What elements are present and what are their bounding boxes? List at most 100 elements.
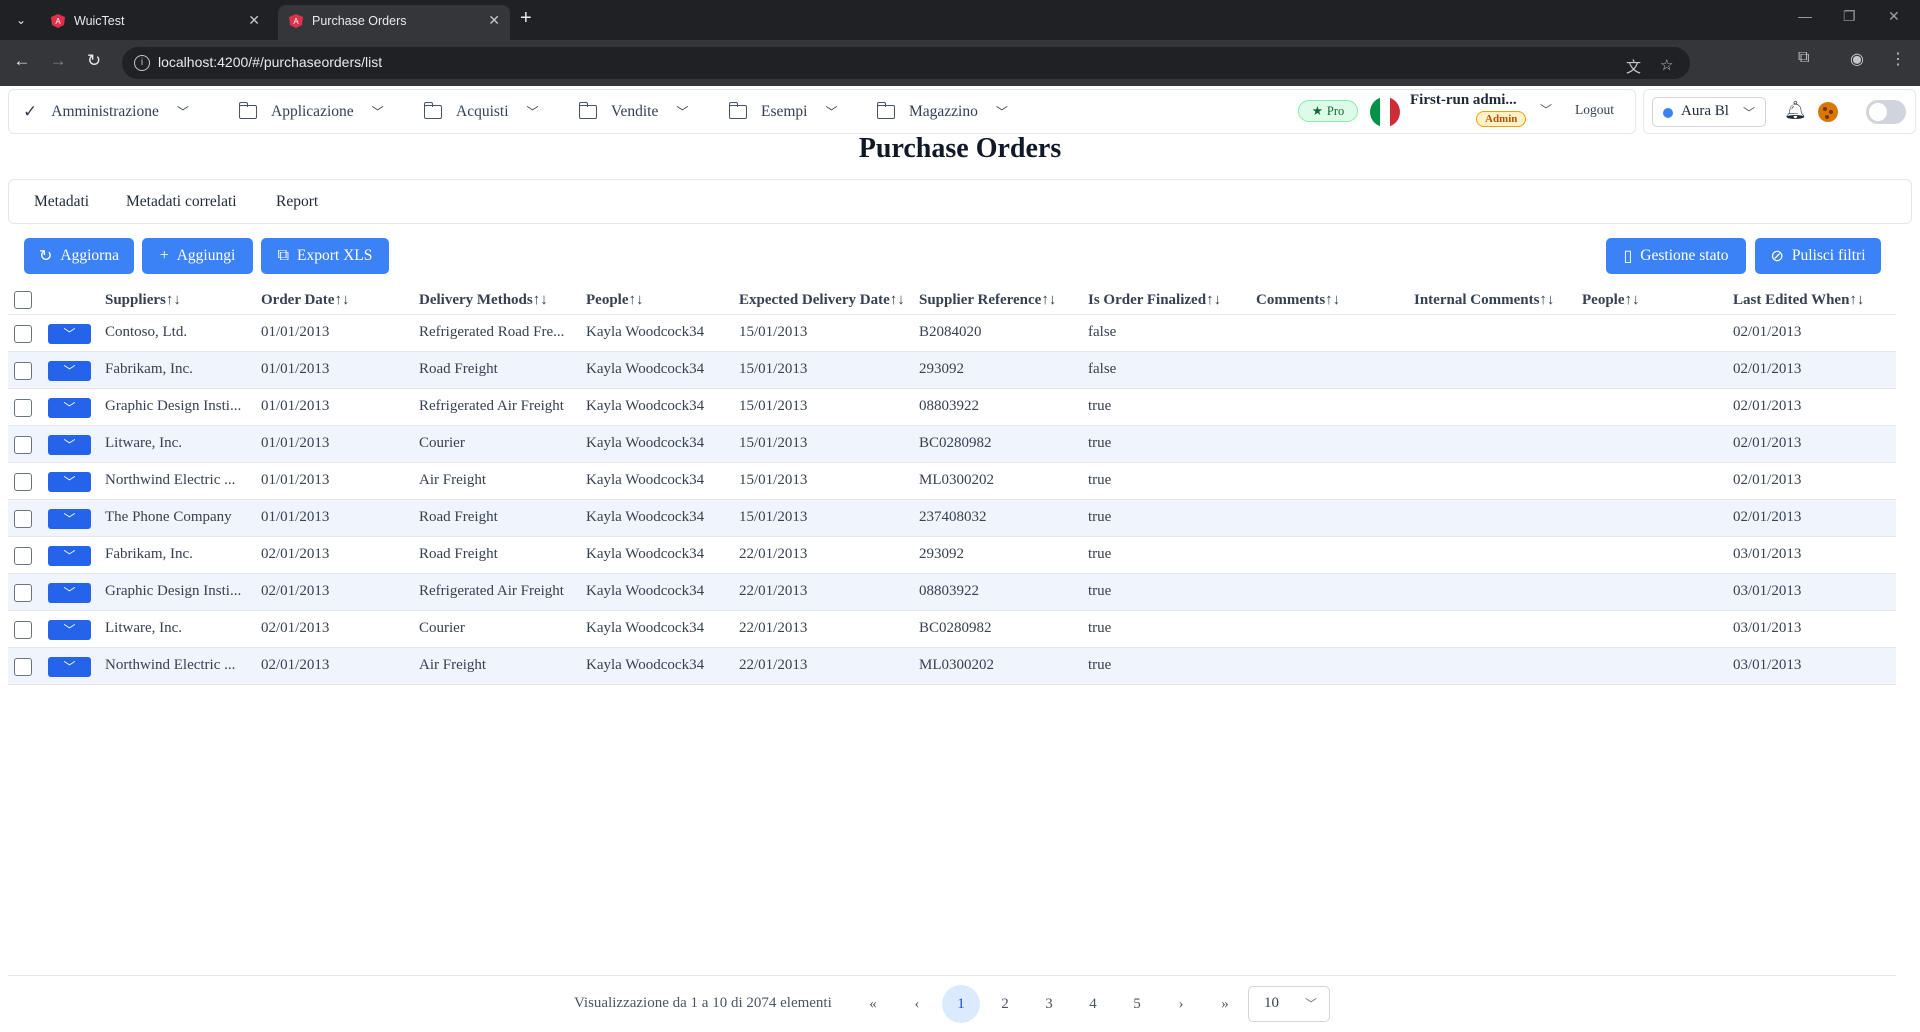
user-name[interactable]: First-run admi... (1410, 92, 1517, 109)
column-header-people[interactable]: People↑↓ (586, 292, 644, 309)
rows-per-page-select[interactable]: 10 ﹀ (1248, 986, 1330, 1022)
sort-icon[interactable]: ↑↓ (334, 292, 349, 308)
browser-tab-wuictest[interactable]: A WuicTest ✕ (40, 5, 270, 40)
row-expand-chevron-icon[interactable]: ﹀ (48, 509, 91, 529)
menu-esempi[interactable]: Esempi ﹀ (728, 90, 838, 133)
reload-icon[interactable]: ↻ (82, 51, 106, 71)
column-header-people-2[interactable]: People↑↓ (1582, 292, 1640, 309)
column-header-suppliers[interactable]: Suppliers↑↓ (105, 292, 181, 309)
column-header-is-order-finalized[interactable]: Is Order Finalized↑↓ (1088, 292, 1221, 309)
table-row[interactable]: ﹀ Graphic Design Insti... 01/01/2013 Refrig… (8, 389, 1896, 426)
sort-icon[interactable]: ↑↓ (533, 292, 548, 308)
first-page-icon[interactable]: « (854, 985, 892, 1023)
sort-icon[interactable]: ↑↓ (1206, 292, 1221, 308)
row-checkbox[interactable] (14, 473, 32, 491)
row-checkbox[interactable] (14, 362, 32, 380)
row-expand-chevron-icon[interactable]: ﹀ (48, 546, 91, 566)
row-checkbox[interactable] (14, 658, 32, 676)
refresh-button[interactable]: ↻ Aggiorna (24, 238, 134, 274)
table-row[interactable]: ﹀ Litware, Inc. 01/01/2013 Courier Kayla Woo… (8, 426, 1896, 463)
last-page-icon[interactable]: » (1206, 985, 1244, 1023)
logout-link[interactable]: Logout (1575, 102, 1614, 118)
bookmark-star-icon[interactable]: ☆ (1660, 56, 1673, 74)
tab-close-icon[interactable]: ✕ (248, 12, 260, 29)
row-checkbox[interactable] (14, 621, 32, 639)
menu-vendite[interactable]: Vendite ﹀ (578, 90, 688, 133)
bell-icon[interactable]: 🔔︎ (1784, 100, 1807, 121)
tab-metadati[interactable]: Metadati (34, 193, 89, 211)
menu-magazzino[interactable]: Magazzino ﹀ (876, 90, 1008, 133)
row-checkbox[interactable] (14, 436, 32, 454)
sort-icon[interactable]: ↑↓ (1325, 292, 1340, 308)
row-checkbox[interactable] (14, 510, 32, 528)
menu-acquisti[interactable]: Acquisti ﹀ (423, 90, 539, 133)
tab-close-icon[interactable]: ✕ (488, 12, 500, 29)
row-expand-chevron-icon[interactable]: ﹀ (48, 583, 91, 603)
cookie-icon[interactable] (1818, 102, 1838, 122)
tab-report[interactable]: Report (276, 193, 318, 211)
menu-applicazione[interactable]: Applicazione ﹀ (238, 90, 384, 133)
table-row[interactable]: ﹀ Graphic Design Insti... 02/01/2013 Refrig… (8, 574, 1896, 611)
sort-icon[interactable]: ↑↓ (629, 292, 644, 308)
column-header-last-edited-when[interactable]: Last Edited When↑↓ (1733, 292, 1864, 309)
restore-icon[interactable]: ❐ (1843, 8, 1856, 25)
row-checkbox[interactable] (14, 325, 32, 343)
page-button-4[interactable]: 4 (1074, 985, 1112, 1023)
sort-icon[interactable]: ↑↓ (890, 292, 905, 308)
table-row[interactable]: ﹀ Contoso, Ltd. 01/01/2013 Refrigerated Roa… (8, 315, 1896, 352)
address-bar[interactable]: i localhost:4200/#/purchaseorders/list ⽂… (122, 47, 1690, 79)
export-xls-button[interactable]: ⧉ Export XLS (261, 238, 389, 274)
row-expand-chevron-icon[interactable]: ﹀ (48, 361, 91, 381)
column-header-supplier-reference[interactable]: Supplier Reference↑↓ (919, 292, 1056, 309)
column-header-order-date[interactable]: Order Date↑↓ (261, 292, 349, 309)
sort-icon[interactable]: ↑↓ (1041, 292, 1056, 308)
translate-icon[interactable]: ⽂ (1626, 56, 1641, 77)
row-checkbox[interactable] (14, 399, 32, 417)
minimize-icon[interactable]: — (1798, 8, 1812, 24)
row-expand-chevron-icon[interactable]: ﹀ (48, 657, 91, 677)
add-button[interactable]: + Aggiungi (142, 238, 253, 274)
table-row[interactable]: ﹀ Northwind Electric ... 01/01/2013 Air Fre… (8, 463, 1896, 500)
sort-icon[interactable]: ↑↓ (1625, 292, 1640, 308)
theme-select[interactable]: Aura Bl ﹀ (1652, 97, 1766, 127)
site-info-icon[interactable]: i (134, 55, 150, 71)
table-row[interactable]: ﹀ The Phone Company 01/01/2013 Road Freight… (8, 500, 1896, 537)
next-page-icon[interactable]: › (1162, 985, 1200, 1023)
browser-menu-icon[interactable]: ⋮ (1890, 49, 1906, 69)
window-close-icon[interactable]: ✕ (1888, 8, 1900, 25)
new-tab-icon[interactable]: + (520, 7, 532, 30)
menu-amministrazione[interactable]: ✓ Amministrazione ﹀ (23, 90, 189, 133)
row-checkbox[interactable] (14, 584, 32, 602)
prev-page-icon[interactable]: ‹ (898, 985, 936, 1023)
user-menu-chevron-icon[interactable]: ﹀ (1540, 101, 1552, 118)
column-header-internal-comments[interactable]: Internal Comments↑↓ (1414, 292, 1554, 309)
row-expand-chevron-icon[interactable]: ﹀ (48, 472, 91, 492)
table-row[interactable]: ﹀ Litware, Inc. 02/01/2013 Courier Kayla Woo… (8, 611, 1896, 648)
table-row[interactable]: ﹀ Northwind Electric ... 02/01/2013 Air Fre… (8, 648, 1896, 685)
table-row[interactable]: ﹀ Fabrikam, Inc. 02/01/2013 Road Freight Kay… (8, 537, 1896, 574)
page-button-1[interactable]: 1 (942, 985, 980, 1023)
language-flag-it-icon[interactable] (1370, 97, 1400, 127)
row-checkbox[interactable] (14, 547, 32, 565)
page-button-2[interactable]: 2 (986, 985, 1024, 1023)
row-expand-chevron-icon[interactable]: ﹀ (48, 620, 91, 640)
row-expand-chevron-icon[interactable]: ﹀ (48, 324, 91, 344)
sort-icon[interactable]: ↑↓ (166, 292, 181, 308)
clear-filters-button[interactable]: ⊘ Pulisci filtri (1755, 238, 1881, 274)
back-icon[interactable]: ← (10, 51, 34, 71)
sort-icon[interactable]: ↑↓ (1849, 292, 1864, 308)
column-header-delivery-methods[interactable]: Delivery Methods↑↓ (419, 292, 548, 309)
table-row[interactable]: ﹀ Fabrikam, Inc. 01/01/2013 Road Freight Kay… (8, 352, 1896, 389)
select-all-checkbox[interactable] (14, 291, 32, 309)
column-header-comments[interactable]: Comments↑↓ (1256, 292, 1340, 309)
profile-icon[interactable]: ◉ (1850, 49, 1864, 69)
state-management-button[interactable]: ▯ Gestione stato (1606, 238, 1746, 274)
browser-tab-purchase-orders[interactable]: A Purchase Orders ✕ (278, 5, 510, 40)
page-button-3[interactable]: 3 (1030, 985, 1068, 1023)
tab-metadati-correlati[interactable]: Metadati correlati (126, 193, 237, 211)
row-expand-chevron-icon[interactable]: ﹀ (48, 435, 91, 455)
extensions-icon[interactable]: ⧉ (1798, 49, 1809, 67)
page-button-5[interactable]: 5 (1118, 985, 1156, 1023)
sort-icon[interactable]: ↑↓ (1539, 292, 1554, 308)
dark-mode-toggle[interactable] (1866, 100, 1906, 124)
